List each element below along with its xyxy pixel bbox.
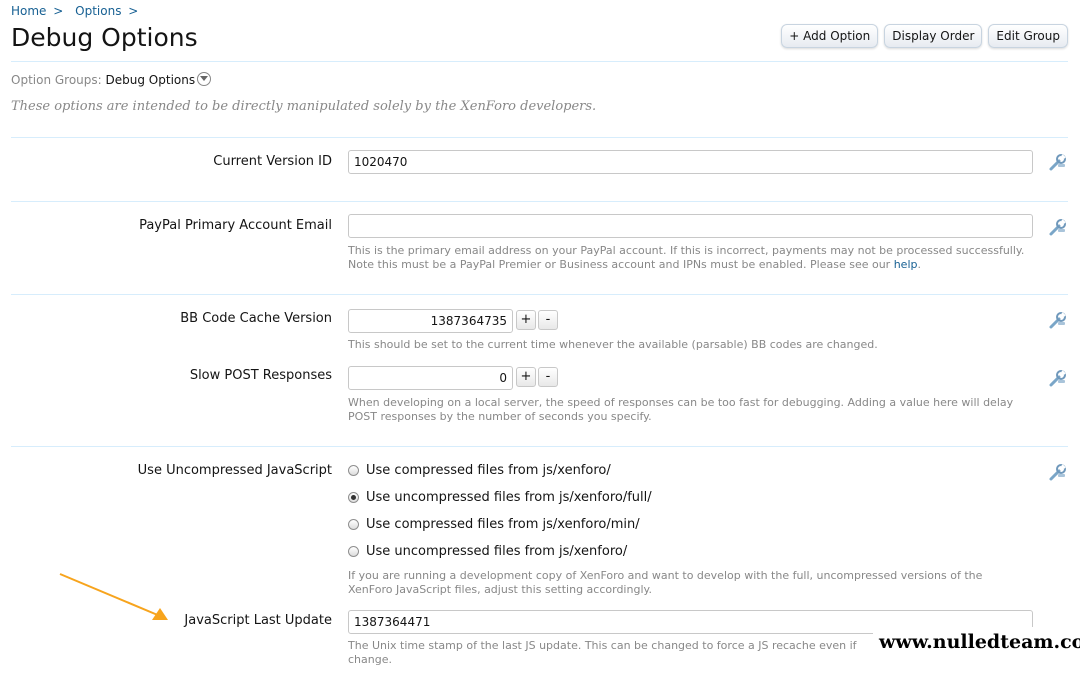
slow-post-hint: When developing on a local server, the s… — [348, 396, 1014, 423]
divider — [11, 294, 1068, 295]
decrement-button[interactable]: - — [538, 367, 558, 387]
wrench-icon[interactable] — [1048, 310, 1068, 330]
increment-button[interactable]: + — [516, 367, 536, 387]
decrement-button[interactable]: - — [538, 310, 558, 330]
paypal-email-hint: This is the primary email address on you… — [348, 244, 1025, 271]
radio-button[interactable] — [348, 465, 359, 476]
breadcrumb-home[interactable]: Home — [11, 4, 46, 18]
increment-button[interactable]: + — [516, 310, 536, 330]
wrench-icon[interactable] — [1048, 368, 1068, 388]
option-groups: Option Groups: Debug Options — [11, 72, 212, 87]
slow-post-label: Slow POST Responses — [189, 368, 332, 383]
slow-post-input[interactable] — [348, 366, 513, 390]
current-version-input[interactable] — [348, 150, 1033, 174]
wrench-icon[interactable] — [1048, 217, 1068, 237]
bbcode-cache-hint: This should be set to the current time w… — [348, 338, 878, 351]
uncompressed-js-hint: If you are running a development copy of… — [348, 569, 983, 596]
divider — [11, 61, 1068, 62]
radio-option[interactable]: Use uncompressed files from js/xenforo/f… — [348, 490, 652, 505]
option-groups-label: Option Groups: — [11, 73, 102, 87]
wrench-icon[interactable] — [1048, 152, 1068, 172]
group-description: These options are intended to be directl… — [11, 99, 597, 114]
breadcrumb: Home > Options > — [11, 4, 146, 18]
divider — [11, 201, 1068, 202]
radio-button[interactable] — [348, 492, 359, 503]
help-link[interactable]: help — [894, 258, 918, 271]
breadcrumb-separator: > — [128, 4, 139, 18]
js-last-update-label: JavaScript Last Update — [184, 613, 332, 628]
radio-button[interactable] — [348, 546, 359, 557]
radio-option[interactable]: Use compressed files from js/xenforo/ — [348, 463, 611, 478]
edit-group-button[interactable]: Edit Group — [988, 24, 1068, 48]
wrench-icon[interactable] — [1048, 462, 1068, 482]
watermark: www.nulledteam.com — [873, 627, 1080, 659]
breadcrumb-options[interactable]: Options — [75, 4, 121, 18]
divider — [11, 137, 1068, 138]
option-groups-value[interactable]: Debug Options — [106, 73, 196, 87]
divider — [11, 446, 1068, 447]
breadcrumb-separator: > — [53, 4, 64, 18]
chevron-down-icon[interactable] — [197, 72, 212, 86]
paypal-email-label: PayPal Primary Account Email — [139, 218, 332, 233]
add-option-button[interactable]: + Add Option — [781, 24, 879, 48]
radio-option[interactable]: Use compressed files from js/xenforo/min… — [348, 517, 640, 532]
radio-option[interactable]: Use uncompressed files from js/xenforo/ — [348, 544, 627, 559]
paypal-email-input[interactable] — [348, 214, 1033, 238]
toolbar: + Add Option Display Order Edit Group — [781, 24, 1068, 48]
page-title: Debug Options — [11, 23, 198, 52]
display-order-button[interactable]: Display Order — [884, 24, 983, 48]
radio-button[interactable] — [348, 519, 359, 530]
current-version-label: Current Version ID — [213, 154, 332, 169]
uncompressed-js-label: Use Uncompressed JavaScript — [137, 463, 332, 478]
bbcode-cache-label: BB Code Cache Version — [180, 311, 332, 326]
bbcode-cache-input[interactable] — [348, 309, 513, 333]
